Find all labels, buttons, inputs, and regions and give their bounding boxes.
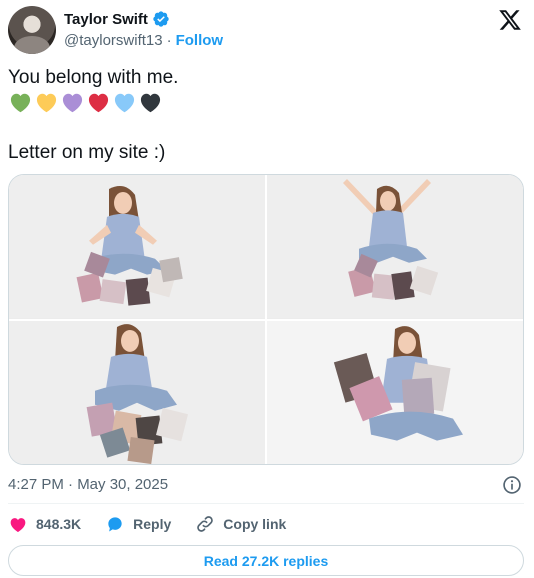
red-heart-icon (88, 93, 109, 113)
divider (8, 503, 524, 504)
light-blue-heart-icon (114, 93, 135, 113)
photo-2[interactable] (267, 175, 523, 319)
purple-heart-icon (62, 93, 83, 113)
tweet-timestamp[interactable]: 4:27 PM · May 30, 2025 (8, 476, 168, 493)
media-grid (8, 174, 524, 465)
action-bar: 848.3K Reply Copy link (8, 512, 310, 536)
like-button[interactable]: 848.3K (8, 514, 81, 534)
avatar[interactable] (8, 6, 56, 54)
reply-label: Reply (133, 516, 172, 532)
black-heart-icon (140, 93, 161, 113)
photo-1[interactable] (9, 175, 265, 319)
reply-button[interactable]: Reply (105, 514, 171, 534)
user-handle[interactable]: @taylorswift13 (64, 32, 163, 49)
verified-badge-icon (153, 11, 169, 27)
name-row: Taylor Swift (64, 10, 170, 28)
tweet-header: Taylor Swift @taylorswift13 · Follow (8, 6, 526, 56)
display-name[interactable]: Taylor Swift (64, 11, 148, 28)
like-count: 848.3K (36, 516, 82, 532)
info-icon[interactable] (502, 475, 522, 495)
separator: · (166, 32, 172, 49)
heart-icon (10, 518, 26, 532)
reply-bubble-icon (108, 517, 122, 532)
photo-4[interactable] (267, 320, 523, 464)
copy-link-label: Copy link (223, 516, 287, 532)
yellow-heart-icon (36, 93, 57, 113)
read-replies-button[interactable]: Read 27.2K replies (8, 545, 524, 576)
heart-emoji-row (8, 90, 163, 115)
x-logo-icon[interactable] (498, 8, 522, 32)
photo-3[interactable] (9, 320, 265, 464)
link-icon (197, 516, 214, 532)
green-heart-icon (10, 93, 31, 113)
tweet-text-line1: You belong with me. (8, 67, 179, 88)
follow-button[interactable]: Follow (176, 32, 224, 49)
handle-row: @taylorswift13 · Follow (64, 32, 223, 49)
copy-link-button[interactable]: Copy link (195, 514, 286, 534)
tweet-text-line2: Letter on my site :) (8, 142, 166, 163)
